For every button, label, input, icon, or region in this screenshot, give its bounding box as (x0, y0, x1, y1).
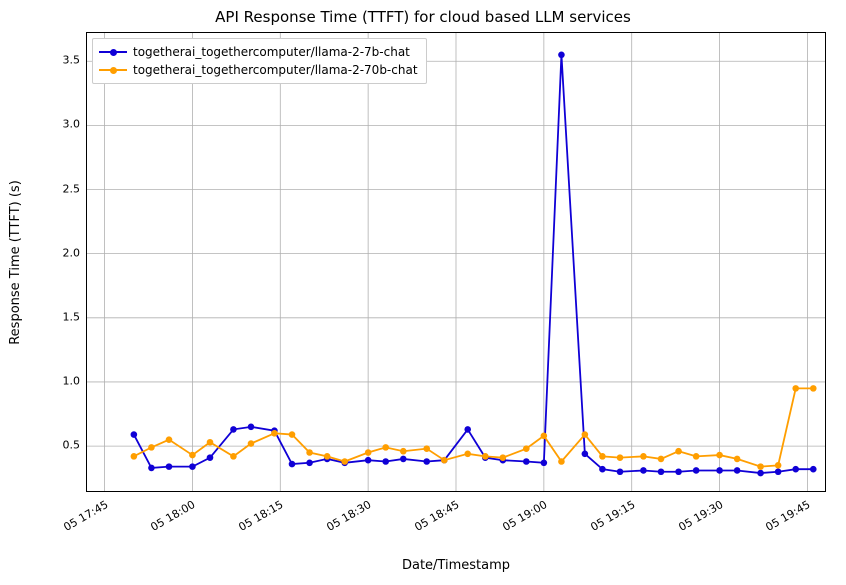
y-tick-label: 0.5 (30, 439, 80, 452)
series-marker (810, 385, 817, 392)
y-tick-label: 3.0 (30, 118, 80, 131)
series-marker (324, 453, 331, 460)
legend-label: togetherai_togethercomputer/llama-2-70b-… (133, 63, 418, 77)
y-tick-label: 2.5 (30, 182, 80, 195)
series-marker (131, 453, 138, 460)
series-marker (675, 468, 682, 475)
series-marker (582, 431, 589, 438)
series-marker (365, 457, 372, 464)
series-marker (382, 458, 389, 465)
x-tick-label: 05 19:45 (754, 498, 812, 539)
series-marker (166, 463, 173, 470)
y-axis-label: Response Time (TTFT) (s) (6, 32, 24, 492)
series-marker (693, 467, 700, 474)
series-marker (365, 449, 372, 456)
series-marker (734, 467, 741, 474)
series-marker (207, 454, 214, 461)
legend-swatch (99, 64, 127, 76)
y-tick-label: 2.0 (30, 246, 80, 259)
series-marker (599, 453, 606, 460)
series-marker (716, 452, 723, 459)
legend: togetherai_togethercomputer/llama-2-7b-c… (92, 38, 427, 84)
series-marker (207, 439, 214, 446)
series-marker (716, 467, 723, 474)
series-marker (131, 431, 138, 438)
series-marker (541, 433, 548, 440)
series-marker (248, 424, 255, 431)
chart-figure: API Response Time (TTFT) for cloud based… (0, 0, 846, 585)
series-marker (400, 448, 407, 455)
series-marker (289, 431, 296, 438)
series-group (131, 52, 817, 477)
chart-title: API Response Time (TTFT) for cloud based… (0, 8, 846, 26)
series-marker (464, 451, 471, 458)
legend-item: togetherai_togethercomputer/llama-2-70b-… (99, 61, 418, 79)
series-marker (775, 468, 782, 475)
series-marker (775, 462, 782, 469)
x-axis-label: Date/Timestamp (86, 558, 826, 573)
series-marker (541, 459, 548, 466)
series-marker (757, 463, 764, 470)
series-marker (230, 426, 237, 433)
x-tick-label: 05 18:15 (227, 498, 285, 539)
series-marker (558, 458, 565, 465)
x-tick-label: 05 18:45 (403, 498, 461, 539)
series-marker (675, 448, 682, 455)
series-marker (306, 459, 313, 466)
series-marker (523, 458, 530, 465)
series-marker (658, 456, 665, 463)
y-tick-label: 1.5 (30, 310, 80, 323)
series-marker (658, 468, 665, 475)
y-tick-label: 1.0 (30, 374, 80, 387)
series-marker (693, 453, 700, 460)
series-marker (523, 445, 530, 452)
series-marker (810, 466, 817, 473)
series-marker (792, 385, 799, 392)
series-marker (617, 454, 624, 461)
y-tick-label: 3.5 (30, 54, 80, 67)
series-marker (640, 453, 647, 460)
series-marker (482, 453, 489, 460)
series-marker (230, 453, 237, 460)
series-marker (248, 440, 255, 447)
legend-swatch (99, 46, 127, 58)
series-marker (306, 449, 313, 456)
legend-item: togetherai_togethercomputer/llama-2-7b-c… (99, 43, 418, 61)
series-marker (582, 451, 589, 458)
series-marker (423, 458, 430, 465)
series-marker (734, 456, 741, 463)
series-marker (558, 52, 565, 59)
x-tick-label: 05 19:00 (491, 498, 549, 539)
series-marker (500, 454, 507, 461)
series-marker (289, 461, 296, 468)
plot-svg (87, 33, 825, 491)
series-marker (341, 458, 348, 465)
x-tick-label: 05 17:45 (52, 498, 110, 539)
series-marker (148, 465, 155, 472)
series-marker (166, 436, 173, 443)
series-marker (464, 426, 471, 433)
plot-area (86, 32, 826, 492)
series-marker (189, 463, 196, 470)
series-marker (423, 445, 430, 452)
series-marker (189, 452, 196, 459)
series-marker (757, 470, 764, 477)
series-marker (599, 466, 606, 473)
series-marker (441, 457, 448, 464)
series-marker (792, 466, 799, 473)
series-marker (400, 456, 407, 463)
series-line-0 (134, 55, 813, 473)
series-marker (617, 468, 624, 475)
gridlines (87, 33, 825, 491)
x-tick-label: 05 19:30 (667, 498, 725, 539)
series-marker (271, 430, 278, 437)
series-marker (148, 444, 155, 451)
x-tick-label: 05 18:00 (139, 498, 197, 539)
legend-label: togetherai_togethercomputer/llama-2-7b-c… (133, 45, 410, 59)
series-marker (640, 467, 647, 474)
x-tick-label: 05 18:30 (315, 498, 373, 539)
series-marker (382, 444, 389, 451)
x-tick-label: 05 19:15 (579, 498, 637, 539)
